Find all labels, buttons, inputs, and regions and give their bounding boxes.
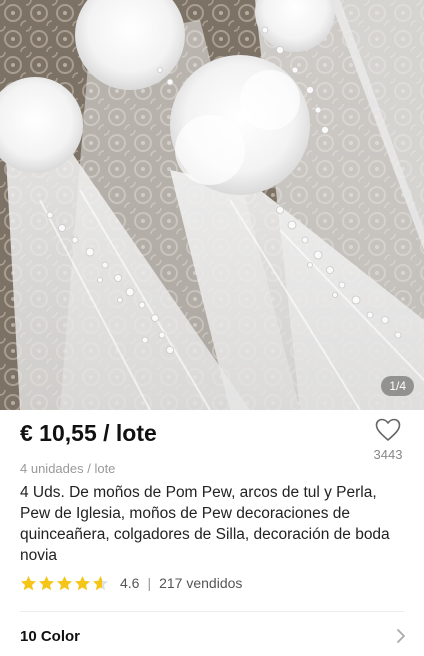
product-price: € 10,55 / lote [20,420,157,446]
star-icon [93,575,108,590]
product-title: 4 Uds. De moños de Pom Pew, arcos de tul… [20,484,390,564]
rating-separator: | [147,575,152,591]
sold-count: 217 vendidos [159,575,243,591]
variant-selector[interactable]: 10 Color [0,616,424,656]
star-icon [75,575,90,590]
wishlist-button[interactable]: 3443 [366,418,410,462]
wishlist-count: 3443 [373,447,403,462]
chevron-right-icon [397,629,405,643]
rating-value: 4.6 [120,575,140,591]
variant-label: 10 Color [20,627,81,645]
rating-stars [20,575,110,592]
unit-note: 4 unidades / lote [20,461,116,476]
star-icon [21,575,36,590]
divider [20,611,404,612]
rating-row[interactable]: 4.6 | 217 vendidos [20,573,242,593]
image-counter: 1/4 [381,376,414,396]
star-icon [39,575,54,590]
heart-outline-icon [375,418,401,441]
product-image-gallery[interactable]: 1/4 [0,0,424,410]
star-icon [57,575,72,590]
product-photo [0,0,424,410]
